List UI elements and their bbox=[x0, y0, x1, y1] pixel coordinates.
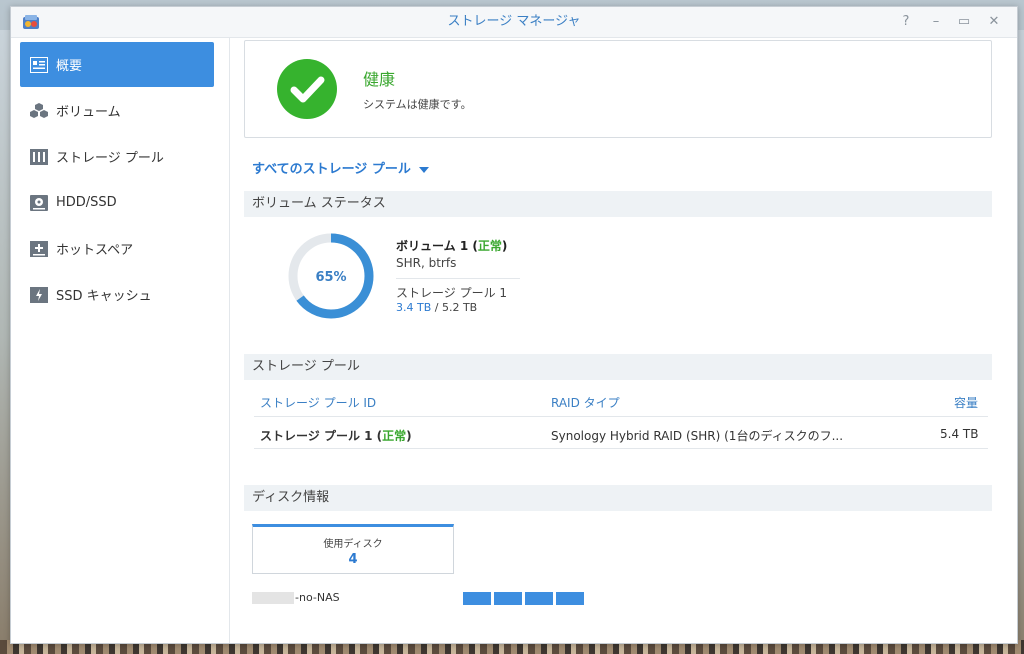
volume-usage-donut: 65% bbox=[288, 233, 374, 319]
storage-pool-icon bbox=[29, 147, 49, 167]
sidebar-item-label: ストレージ プール bbox=[56, 151, 164, 166]
close-button[interactable]: ✕ bbox=[985, 13, 1003, 31]
health-ok-icon bbox=[277, 59, 337, 119]
volume-name: ボリューム 1 (正常) bbox=[396, 237, 507, 254]
pool-id-cell: ストレージ プール 1 (正常) bbox=[260, 427, 412, 444]
volume-title: ボリューム 1 bbox=[396, 239, 469, 253]
paren-open: ( bbox=[372, 429, 383, 443]
storage-pool-filter-dropdown[interactable]: すべてのストレージ プール bbox=[252, 158, 429, 177]
paren-close: ) bbox=[501, 239, 508, 253]
volume-status-badge: 正常 bbox=[477, 239, 502, 253]
pool-filter-label: すべてのストレージ プール bbox=[252, 162, 411, 177]
storage-manager-window: ストレージ マネージャ ? – ▭ ✕ 概要 ボリューム ストレージ プール H… bbox=[10, 6, 1018, 644]
sidebar: 概要 ボリューム ストレージ プール HDD/SSD ホットスペア SSD キャ… bbox=[11, 38, 230, 643]
help-button[interactable]: ? bbox=[897, 13, 915, 31]
used-disks-card: 使用ディスク 4 bbox=[252, 524, 454, 574]
sidebar-item-volume[interactable]: ボリューム bbox=[20, 88, 214, 133]
title-bar[interactable]: ストレージ マネージャ ? – ▭ ✕ bbox=[11, 7, 1017, 38]
divider bbox=[396, 278, 520, 279]
sidebar-item-hdd-ssd[interactable]: HDD/SSD bbox=[20, 180, 214, 225]
volume-capacity: 3.4 TB / 5.2 TB bbox=[396, 301, 477, 314]
health-subtitle: システムは健康です。 bbox=[363, 98, 472, 111]
disk-slot-4[interactable] bbox=[556, 592, 584, 605]
used-disks-label: 使用ディスク bbox=[323, 539, 383, 550]
disk-info-header: ディスク情報 bbox=[244, 485, 992, 511]
column-header-raid-type[interactable]: RAID タイプ bbox=[551, 394, 620, 411]
health-title: 健康 bbox=[363, 70, 396, 89]
hot-spare-icon bbox=[29, 239, 49, 259]
nas-name: -no-NAS bbox=[252, 591, 340, 604]
hdd-icon bbox=[29, 193, 49, 213]
redacted-text bbox=[252, 592, 294, 604]
desktop-background-left bbox=[0, 30, 10, 642]
nas-name-text: -no-NAS bbox=[295, 591, 340, 604]
table-divider bbox=[254, 416, 988, 417]
main-content: 健康 システムは健康です。 すべてのストレージ プール ボリューム ステータス … bbox=[230, 38, 1017, 643]
window-title: ストレージ マネージャ bbox=[447, 14, 581, 29]
sidebar-item-label: ホットスペア bbox=[56, 243, 134, 258]
sidebar-item-hot-spare[interactable]: ホットスペア bbox=[20, 226, 214, 271]
volume-filesystem: SHR, btrfs bbox=[396, 256, 457, 270]
storage-pool-header: ストレージ プール bbox=[244, 354, 992, 380]
usage-percent-label: 65% bbox=[315, 270, 346, 285]
sidebar-item-storage-pool[interactable]: ストレージ プール bbox=[20, 134, 214, 179]
disk-slot-1[interactable] bbox=[463, 592, 491, 605]
chevron-down-icon bbox=[418, 166, 429, 173]
sidebar-item-overview[interactable]: 概要 bbox=[20, 42, 214, 87]
pool-status-badge: 正常 bbox=[382, 429, 407, 443]
volume-total: 5.2 TB bbox=[441, 301, 478, 314]
capacity-cell: 5.4 TB bbox=[940, 427, 979, 441]
table-divider bbox=[254, 448, 988, 449]
column-header-pool-id[interactable]: ストレージ プール ID bbox=[260, 394, 376, 411]
sidebar-item-label: SSD キャッシュ bbox=[56, 289, 152, 304]
sidebar-item-label: HDD/SSD bbox=[56, 195, 117, 210]
disk-slot-3[interactable] bbox=[525, 592, 553, 605]
capacity-separator: / bbox=[431, 301, 442, 314]
volume-status-header: ボリューム ステータス bbox=[244, 191, 992, 217]
paren-open: ( bbox=[468, 239, 478, 253]
raid-type-cell: Synology Hybrid RAID (SHR) (1台のディスクのフ... bbox=[551, 429, 844, 443]
sidebar-item-label: 概要 bbox=[56, 59, 83, 74]
ssd-cache-icon bbox=[29, 285, 49, 305]
pool-id-text: ストレージ プール 1 bbox=[260, 429, 373, 443]
column-header-capacity[interactable]: 容量 bbox=[954, 394, 978, 411]
volume-used: 3.4 TB bbox=[396, 301, 432, 314]
volume-pool-name: ストレージ プール 1 bbox=[396, 286, 508, 300]
volume-cubes-icon bbox=[29, 101, 49, 121]
health-card: 健康 システムは健康です。 bbox=[244, 40, 992, 138]
sidebar-item-label: ボリューム bbox=[56, 105, 121, 120]
maximize-button[interactable]: ▭ bbox=[955, 13, 973, 31]
minimize-button[interactable]: – bbox=[927, 13, 945, 31]
disk-slot-2[interactable] bbox=[494, 592, 522, 605]
used-disks-count: 4 bbox=[348, 552, 358, 567]
paren-close: ) bbox=[406, 429, 412, 443]
overview-icon bbox=[29, 55, 49, 75]
sidebar-item-ssd-cache[interactable]: SSD キャッシュ bbox=[20, 272, 214, 317]
